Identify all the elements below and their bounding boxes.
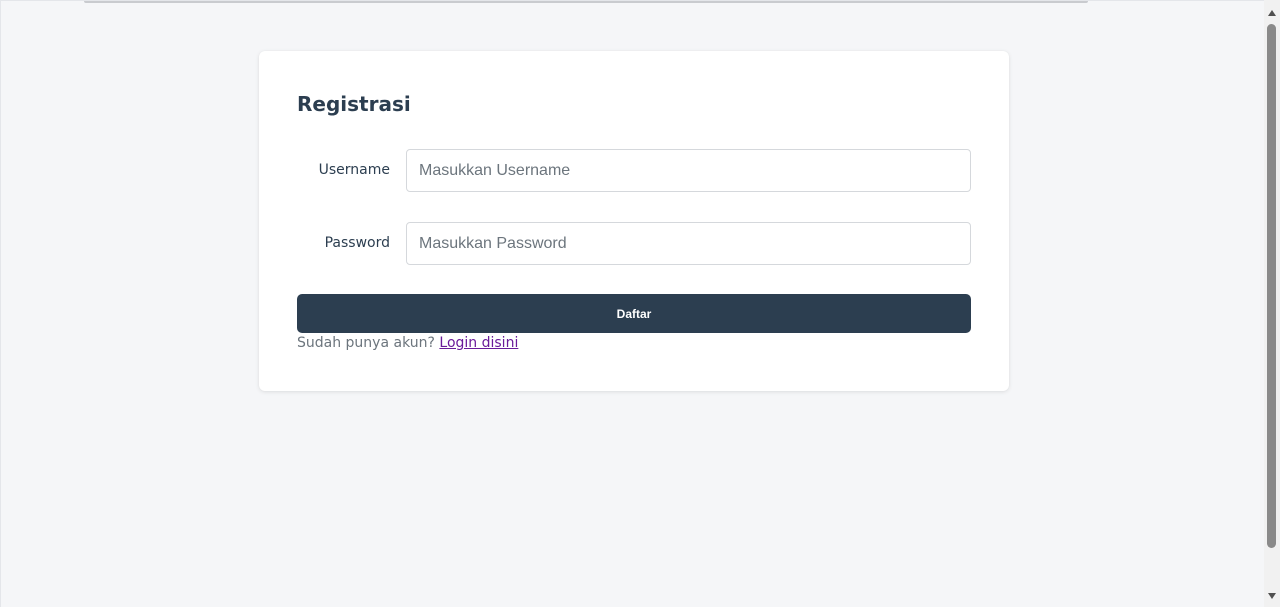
password-label: Password (324, 235, 390, 251)
login-prompt: Sudah punya akun? Login disini (297, 335, 518, 351)
username-label: Username (318, 162, 390, 178)
vertical-scrollbar[interactable] (1264, 0, 1280, 607)
scroll-up-arrow-icon[interactable] (1268, 10, 1276, 16)
scrollbar-thumb[interactable] (1267, 24, 1276, 548)
username-input[interactable] (406, 149, 971, 192)
login-link[interactable]: Login disini (439, 335, 518, 351)
page-title: Registrasi (297, 92, 411, 116)
scroll-down-arrow-icon[interactable] (1268, 593, 1276, 599)
page-viewport: Registrasi Username Password Daftar Suda… (0, 0, 1264, 607)
login-prompt-text: Sudah punya akun? (297, 335, 435, 351)
register-button[interactable]: Daftar (297, 294, 971, 333)
password-input[interactable] (406, 222, 971, 265)
top-shadow (84, 1, 1088, 3)
registration-card: Registrasi Username Password Daftar Suda… (259, 51, 1009, 391)
